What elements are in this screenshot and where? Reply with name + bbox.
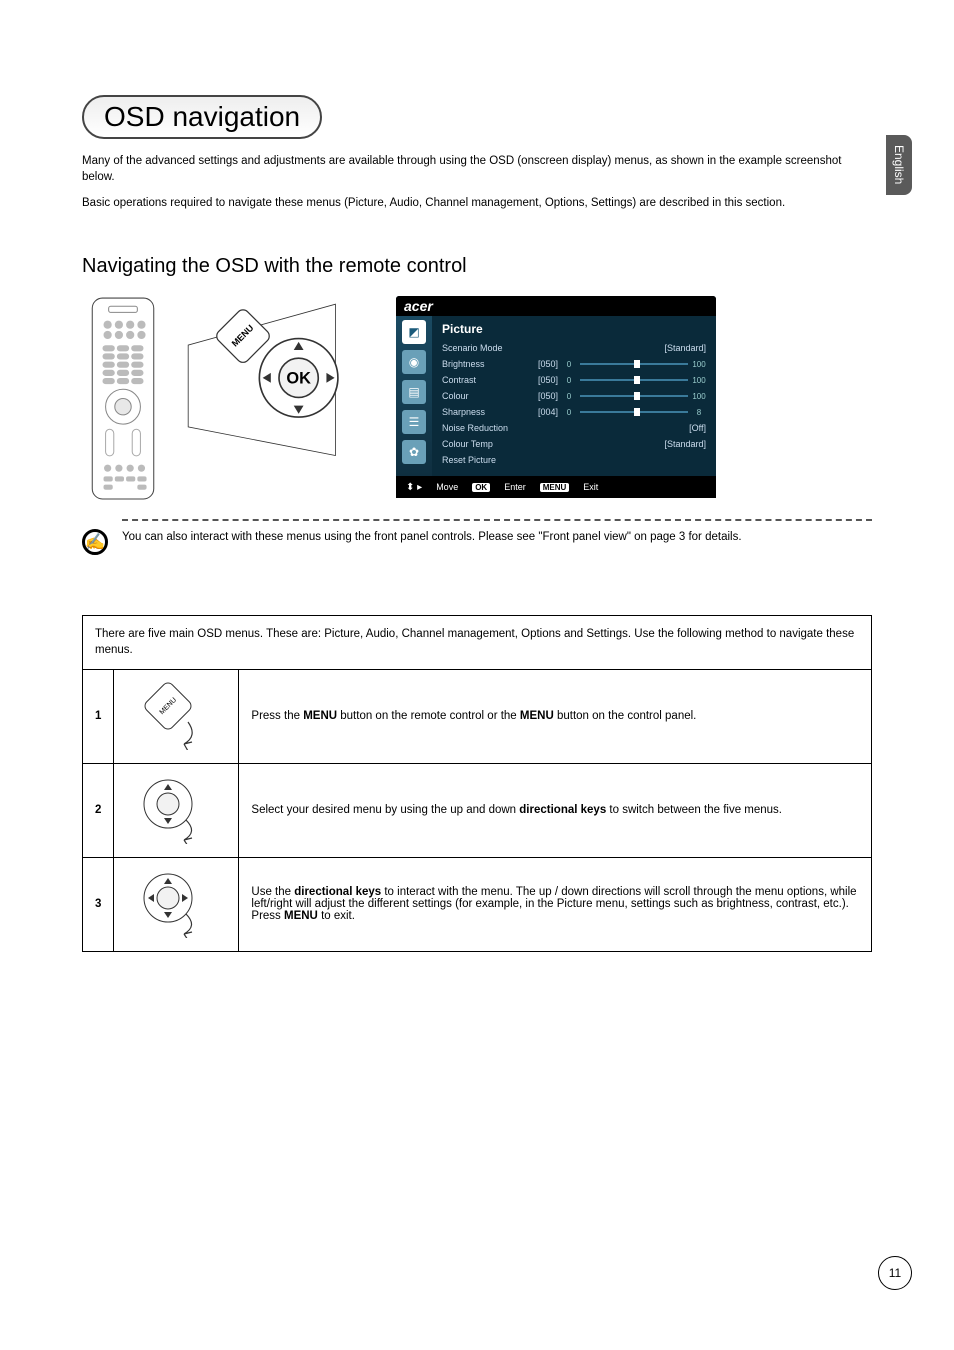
step-2-illustration — [114, 763, 239, 857]
osd-menu-icons: ◩ ◉ ▤ ☰ ✿ — [396, 316, 432, 476]
osd-setting-row[interactable]: Colour[050]0100 — [442, 388, 706, 404]
osd-setting-value: [050] — [528, 359, 562, 369]
settings-menu-icon[interactable]: ✿ — [402, 440, 426, 464]
audio-menu-icon[interactable]: ◉ — [402, 350, 426, 374]
options-menu-icon[interactable]: ☰ — [402, 410, 426, 434]
osd-screenshot: acer ◩ ◉ ▤ ☰ ✿ Picture Scenario Mode [Sta… — [396, 296, 716, 498]
osd-setting-row[interactable]: Noise Reduction [Off] — [442, 420, 706, 436]
osd-setting-row[interactable]: Sharpness[004]08 — [442, 404, 706, 420]
osd-setting-label: Brightness — [442, 359, 528, 369]
remote-control-illustration — [82, 296, 164, 501]
move-arrows-icon: ⬍ ▸ — [406, 482, 422, 493]
osd-setting-value: [004] — [528, 407, 562, 417]
osd-slider[interactable]: 0100 — [562, 376, 706, 385]
page-number: 11 — [878, 1256, 912, 1290]
osd-setting-label: Scenario Mode — [442, 343, 528, 353]
ok-button-hint-icon: OK — [472, 483, 490, 492]
picture-menu-icon[interactable]: ◩ — [402, 320, 426, 344]
note-text: You can also interact with these menus u… — [122, 519, 872, 545]
intro-p1: Many of the advanced settings and adjust… — [82, 153, 872, 185]
osd-setting-row[interactable]: Contrast[050]0100 — [442, 372, 706, 388]
osd-setting-label: Colour — [442, 391, 528, 401]
osd-brand-logo: acer — [396, 296, 716, 316]
intro-p2: Basic operations required to navigate th… — [82, 195, 872, 211]
remote-callout-illustration: OK MENU — [180, 296, 360, 460]
note-icon: ✍ — [82, 529, 108, 555]
osd-setting-label: Noise Reduction — [442, 423, 528, 433]
enter-hint: Enter — [504, 482, 526, 492]
step-3-text: Use the directional keys to interact wit… — [239, 857, 872, 951]
osd-setting-row[interactable]: Scenario Mode [Standard] — [442, 340, 706, 356]
osd-menu-title: Picture — [442, 322, 706, 336]
section-title-frame: OSD navigation — [82, 95, 322, 139]
osd-footer-hints: ⬍ ▸ Move OK Enter MENU Exit — [396, 476, 716, 498]
osd-setting-label: Contrast — [442, 375, 528, 385]
osd-setting-value: [Standard] — [664, 343, 706, 353]
language-tab: English — [886, 135, 912, 195]
osd-setting-value: [Off] — [689, 423, 706, 433]
step-2-text: Select your desired menu by using the up… — [239, 763, 872, 857]
section-title: OSD navigation — [104, 101, 300, 133]
step-number: 3 — [83, 857, 114, 951]
osd-setting-label: Reset Picture — [442, 455, 528, 465]
navigation-steps-table: There are five main OSD menus. These are… — [82, 615, 872, 951]
osd-setting-value: [050] — [528, 375, 562, 385]
step-number: 2 — [83, 763, 114, 857]
osd-setting-row[interactable]: Reset Picture — [442, 452, 706, 468]
osd-setting-label: Sharpness — [442, 407, 528, 417]
menu-button-hint-icon: MENU — [540, 483, 570, 492]
channel-menu-icon[interactable]: ▤ — [402, 380, 426, 404]
osd-setting-label: Colour Temp — [442, 439, 528, 449]
intro-text: Many of the advanced settings and adjust… — [82, 153, 872, 211]
step-number: 1 — [83, 669, 114, 763]
subheading-navigating: Navigating the OSD with the remote contr… — [82, 255, 872, 278]
osd-setting-row[interactable]: Colour Temp [Standard] — [442, 436, 706, 452]
osd-setting-value: [050] — [528, 391, 562, 401]
step-3-illustration — [114, 857, 239, 951]
table-intro: There are five main OSD menus. These are… — [83, 616, 872, 669]
exit-hint: Exit — [583, 482, 598, 492]
osd-slider[interactable]: 0100 — [562, 360, 706, 369]
osd-slider[interactable]: 0100 — [562, 392, 706, 401]
step-1-illustration: MENU — [114, 669, 239, 763]
osd-setting-row[interactable]: Brightness[050]0100 — [442, 356, 706, 372]
ok-label: OK — [286, 370, 311, 388]
osd-slider[interactable]: 08 — [562, 408, 706, 417]
osd-setting-value: [Standard] — [664, 439, 706, 449]
move-hint: Move — [436, 482, 458, 492]
step-1-text: Press the MENU button on the remote cont… — [239, 669, 872, 763]
